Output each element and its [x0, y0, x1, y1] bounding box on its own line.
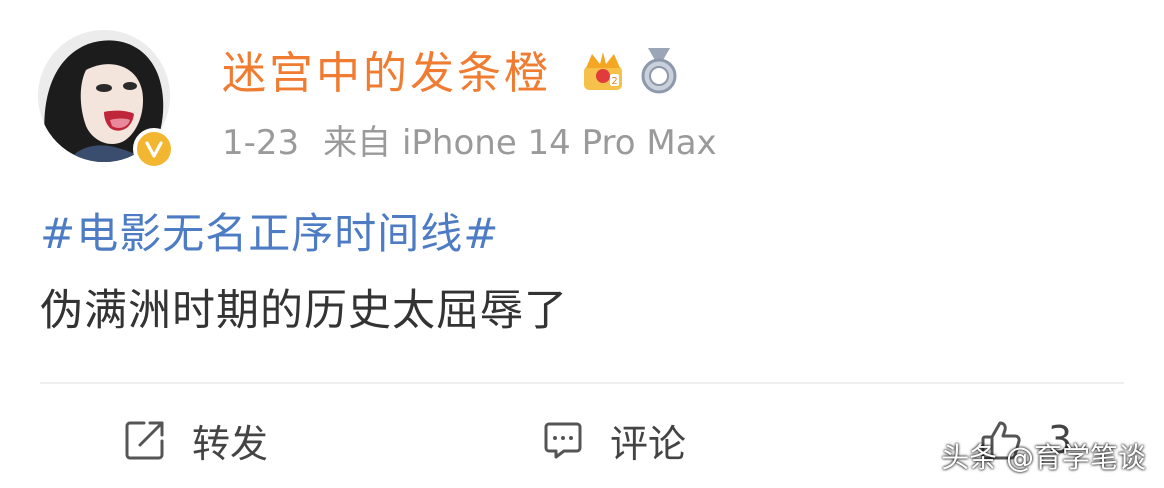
username[interactable]: 迷宫中的发条橙: [222, 48, 551, 100]
post-meta: 1-23 来自 iPhone 14 Pro Max: [222, 120, 717, 166]
watermark: 头条 @育学笔谈: [941, 441, 1146, 474]
post-time: 1-23: [222, 123, 300, 163]
verified-badge: [133, 128, 175, 170]
repost-button[interactable]: 转发: [122, 412, 268, 468]
comment-button[interactable]: 评论: [540, 412, 686, 468]
divider: [40, 382, 1124, 384]
repost-icon: [122, 417, 168, 463]
vip-crown-icon[interactable]: 2: [580, 48, 626, 94]
post-source: 来自 iPhone 14 Pro Max: [323, 123, 717, 163]
verified-badge-icon: [145, 141, 163, 158]
comment-icon: [540, 417, 586, 463]
post-text: 伪满洲时期的历史太屈辱了: [40, 286, 568, 336]
medal-icon[interactable]: [636, 46, 682, 96]
repost-label: 转发: [192, 421, 269, 466]
svg-text:2: 2: [611, 76, 617, 87]
topic-hashtag-link[interactable]: #电影无名正序时间线#: [40, 208, 499, 260]
comment-label: 评论: [610, 421, 687, 466]
